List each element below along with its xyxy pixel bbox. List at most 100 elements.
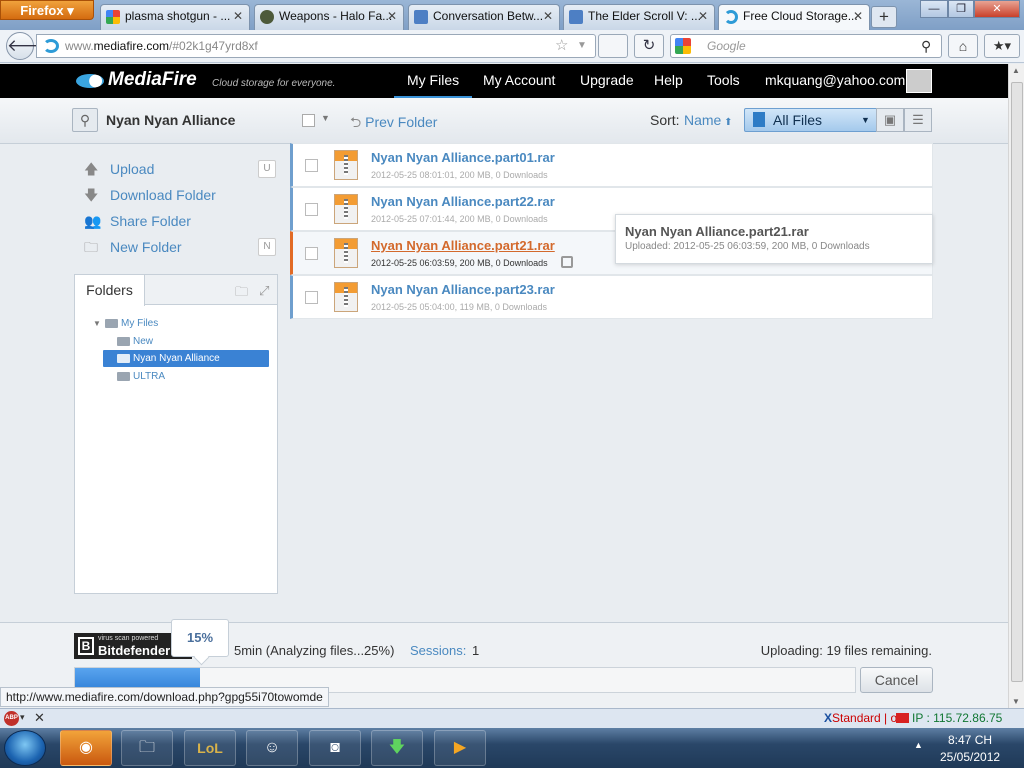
url-bar[interactable]: www.mediafire.com/#02k1g47yrd8xf ☆ ▼ (36, 34, 596, 58)
adblock-dropdown-icon[interactable]: ▾ (20, 712, 25, 723)
tab-close-icon[interactable]: ✕ (543, 5, 553, 27)
file-checkbox[interactable] (305, 247, 318, 260)
share-folder-action[interactable]: 👥 Share Folder (84, 211, 191, 231)
progress-percent-bubble: 15% (171, 619, 229, 657)
search-icon[interactable]: ⚲ (921, 35, 931, 57)
tree-item-new[interactable]: New (103, 333, 153, 350)
scroll-up-icon[interactable]: ▲ (1012, 66, 1020, 75)
new-folder-action[interactable]: 🗀 New Folder (84, 237, 182, 257)
reload-button[interactable]: ↻ (634, 34, 664, 58)
clock-date[interactable]: 25/05/2012 (940, 750, 1000, 764)
mediafire-logo-icon[interactable] (76, 74, 104, 88)
upload-action[interactable]: 🡅 Upload (84, 159, 154, 179)
file-checkbox[interactable] (305, 291, 318, 304)
file-checkbox[interactable] (305, 159, 318, 172)
tray-expand-icon[interactable]: ▲ (914, 740, 923, 750)
taskbar-lol[interactable]: LoL (184, 730, 236, 766)
tab-mediafire[interactable]: Free Cloud Storage... ✕ (718, 4, 870, 30)
nav-my-files[interactable]: My Files (394, 64, 473, 98)
tree-item-label: ULTRA (133, 371, 166, 382)
select-menu-arrow-icon[interactable]: ▼ (321, 113, 330, 123)
file-name-link[interactable]: Nyan Nyan Alliance.part22.rar (371, 194, 555, 209)
back-button[interactable]: 🡐 (6, 32, 53, 60)
site-identity-icon[interactable] (43, 39, 59, 53)
start-button[interactable] (4, 730, 46, 766)
bookmark-star-icon[interactable]: ☆ (555, 35, 568, 57)
url-prefix: www. (65, 39, 94, 53)
nav-upgrade[interactable]: Upgrade (580, 64, 634, 98)
tree-item-nyan-nyan-alliance[interactable]: Nyan Nyan Alliance (103, 350, 269, 367)
scroll-thumb[interactable] (1011, 82, 1023, 682)
prev-folder-link[interactable]: ⮌ Prev Folder (350, 112, 437, 136)
file-checkbox[interactable] (305, 203, 318, 216)
media-player-icon: ▶ (453, 739, 467, 756)
cancel-upload-button[interactable]: Cancel (860, 667, 933, 693)
tab-halo-weapons[interactable]: Weapons - Halo Fa... ✕ (254, 4, 404, 30)
expand-icon[interactable]: ⤢ (259, 283, 269, 299)
site-header: MediaFire Cloud storage for everyone. My… (0, 64, 1008, 98)
taskbar-media-player[interactable]: ▶ (434, 730, 486, 766)
file-name-link[interactable]: Nyan Nyan Alliance.part01.rar (371, 150, 555, 165)
firefox-menu-button[interactable]: Firefox ▾ (0, 0, 94, 20)
download-folder-action[interactable]: 🡇 Download Folder (84, 185, 216, 205)
file-filter-dropdown[interactable]: All Files ▼ (744, 108, 878, 132)
sessions-label[interactable]: Sessions: (410, 643, 466, 658)
close-icon[interactable]: ✕ (34, 710, 45, 726)
nav-my-account[interactable]: My Account (483, 64, 555, 98)
file-meta: 2012-05-25 08:01:01, 200 MB, 0 Downloads (371, 170, 548, 180)
search-input[interactable]: Google ⚲ (670, 34, 942, 58)
url-host: mediafire.com (93, 39, 170, 53)
minimize-button[interactable]: — (920, 0, 948, 18)
avatar[interactable] (906, 69, 932, 93)
thumbnail-view-button[interactable]: ▣ (876, 108, 904, 132)
taskbar-explorer[interactable]: 🗀 (121, 730, 173, 766)
file-row[interactable]: Nyan Nyan Alliance.part23.rar 2012-05-25… (290, 275, 933, 319)
tab-plasma-shotgun[interactable]: plasma shotgun - ... ✕ (100, 4, 250, 30)
google-engine-icon[interactable] (675, 38, 691, 54)
page-scrollbar[interactable]: ▲ ▼ (1008, 64, 1024, 708)
tab-label: The Elder Scroll V: ... (588, 9, 701, 23)
file-meta: 2012-05-25 05:04:00, 119 MB, 0 Downloads (371, 302, 547, 312)
add-folder-icon[interactable]: 🗀 (235, 283, 248, 305)
tab-close-icon[interactable]: ✕ (233, 5, 243, 27)
search-files-button[interactable]: ⚲ (72, 108, 98, 132)
tab-elder-scroll[interactable]: The Elder Scroll V: ... ✕ (563, 4, 715, 30)
taskbar-camera[interactable]: ◙ (309, 730, 361, 766)
adblock-icon[interactable]: ABP (4, 711, 19, 726)
tab-close-icon[interactable]: ✕ (853, 5, 863, 27)
clock-time[interactable]: 8:47 CH (948, 733, 992, 747)
taskbar-firefox[interactable]: ◉ (60, 730, 112, 766)
tree-item-ultra[interactable]: ULTRA (103, 368, 165, 385)
scroll-down-icon[interactable]: ▼ (1012, 697, 1020, 706)
file-row[interactable]: Nyan Nyan Alliance.part01.rar 2012-05-25… (290, 143, 933, 187)
nav-help[interactable]: Help (654, 64, 683, 98)
tree-item-my-files[interactable]: My Files (91, 315, 158, 332)
taskbar-messenger[interactable]: ☺ (246, 730, 298, 766)
action-label: New Folder (110, 239, 182, 255)
list-view-button[interactable]: ☰ (904, 108, 932, 132)
browser-tab-bar: Firefox ▾ plasma shotgun - ... ✕ Weapons… (0, 0, 1024, 30)
tab-close-icon[interactable]: ✕ (698, 5, 708, 27)
file-name-link[interactable]: Nyan Nyan Alliance.part21.rar (371, 238, 555, 253)
standard-mode-status[interactable]: XStandard | off (824, 711, 904, 725)
tab-conversation[interactable]: Conversation Betw... ✕ (408, 4, 560, 30)
sort-dropdown[interactable]: Name ⬆ (684, 112, 733, 128)
folder-icon (117, 337, 130, 346)
user-email[interactable]: mkquang@yahoo.com (765, 64, 905, 98)
site-logo[interactable]: MediaFire (108, 69, 197, 91)
bookmarks-button[interactable]: ★▾ (984, 34, 1020, 58)
maximize-button[interactable]: ❐ (948, 0, 974, 18)
close-window-button[interactable]: ✕ (974, 0, 1020, 18)
taskbar-downloader[interactable]: 🡇 (371, 730, 423, 766)
action-label: Download Folder (110, 187, 216, 203)
tab-folders[interactable]: Folders (75, 275, 145, 306)
toolbar-button[interactable] (598, 34, 628, 58)
select-all-checkbox[interactable] (302, 114, 315, 127)
new-tab-button[interactable]: + (871, 6, 897, 28)
unlock-icon[interactable] (561, 256, 573, 268)
nav-tools[interactable]: Tools (707, 64, 740, 98)
home-button[interactable]: ⌂ (948, 34, 978, 58)
url-dropdown-icon[interactable]: ▼ (577, 35, 587, 57)
tab-close-icon[interactable]: ✕ (387, 5, 397, 27)
file-name-link[interactable]: Nyan Nyan Alliance.part23.rar (371, 282, 555, 297)
